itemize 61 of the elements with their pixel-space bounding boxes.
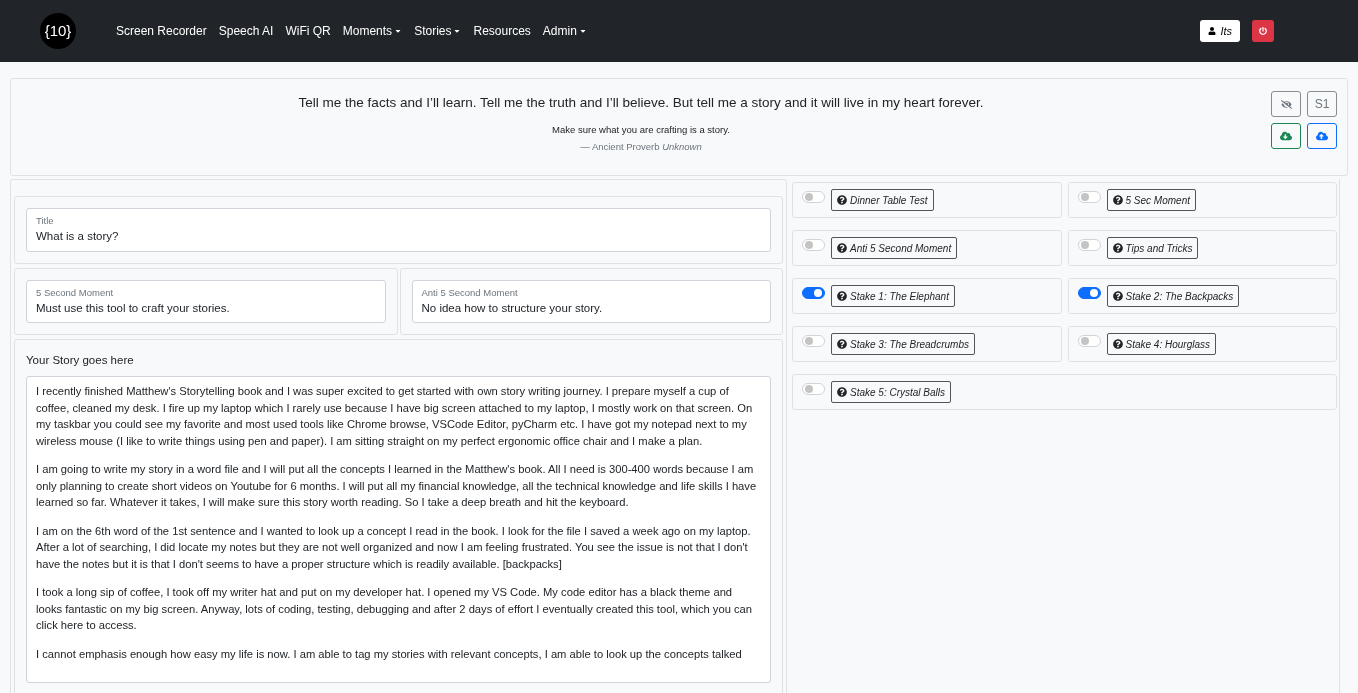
caret-icon xyxy=(578,27,587,35)
field-value: No idea how to structure your story. xyxy=(421,300,604,316)
field-label: Title xyxy=(36,214,55,228)
question-icon xyxy=(1112,339,1123,349)
eye-slash-icon xyxy=(1280,98,1292,110)
story-paragraph: I took a long sip of coffee, I took off my writer hat and put on my developer hat. I opened my VS Code. My code editor has a black theme and looks fantastic on my big screen. Anyway, lots of coding, testing, debugging and after 2 days of effort I eventually created this tool, which you can click here to access. xyxy=(36,585,753,634)
info-button[interactable]: Stake 3: The Breadcrumbs xyxy=(831,333,975,355)
question-icon xyxy=(1112,195,1123,205)
caret-icon xyxy=(394,27,403,35)
question-icon xyxy=(837,387,847,397)
power-icon xyxy=(1259,27,1267,35)
upload-button[interactable] xyxy=(1307,123,1337,149)
power-button[interactable] xyxy=(1252,20,1274,42)
download-button[interactable] xyxy=(1271,123,1301,149)
stage-button[interactable]: S1 xyxy=(1307,91,1337,117)
user-icon xyxy=(1208,27,1217,35)
user-button[interactable]: Its xyxy=(1200,20,1240,42)
info-button[interactable]: Tips and Tricks xyxy=(1106,237,1199,259)
nav-link[interactable]: Stories xyxy=(414,22,462,40)
question-icon xyxy=(1112,243,1123,253)
field-label: Anti 5 Second Moment xyxy=(421,285,519,300)
info-button[interactable]: Stake 5: Crystal Balls xyxy=(831,381,952,403)
nav-link[interactable]: Screen Recorder xyxy=(116,22,207,40)
toggle-switch[interactable] xyxy=(802,287,825,299)
story-field[interactable] xyxy=(26,376,771,684)
hide-button[interactable] xyxy=(1271,91,1301,117)
cloud-download-icon xyxy=(1280,130,1292,142)
nav-link[interactable]: Resources xyxy=(473,22,531,40)
title-field[interactable]: Title What is a story? xyxy=(26,208,771,252)
question-icon xyxy=(837,243,847,253)
quote-source: — Ancient Proverb Unknown xyxy=(580,139,702,154)
story-paragraph: I recently finished Matthew's Storytelling book and I was super excited to get started with own story writing journey. I prepare myself a cup of coffee, cleaned my desk. I fire up my laptop which I rarely use because I have big screen attached to my laptop, I mostly work on that screen. On my taskbar you could see my favorite and most used tools like Chrome browse, VSCode Editor, pyCharm etc. I have got my notepad next to my wireless mouse (I like to write things using pen and paper). I am sitting straight on my perfect ergonomic office chair and I make a plan. xyxy=(36,384,754,449)
moment-field[interactable]: 5 Second Moment Must use this tool to craft your stories. xyxy=(26,279,386,323)
question-icon xyxy=(837,291,847,301)
story-paragraph: I cannot emphasis enough how easy my life is now. I am able to tag my stories with relevant concepts, I am able to look up the concepts talked xyxy=(36,646,743,662)
question-icon xyxy=(837,339,847,349)
question-icon xyxy=(837,195,847,205)
moment-field[interactable]: Anti 5 Second Moment No idea how to structure your story. xyxy=(411,279,771,323)
logo[interactable]: {10} xyxy=(40,13,76,49)
info-button[interactable]: Anti 5 Second Moment xyxy=(831,237,958,259)
info-button[interactable]: Stake 4: Hourglass xyxy=(1106,333,1216,355)
story-paragraph: I am going to write my story in a word file and I will put all the concepts I learned in the Matthew's book. All I need is 300-400 words because I am only planning to create short videos on Youtube for 6 months. I will put all my financial knowledge, all the technical knowledge and life skills I have learned so far. Whatever it takes, I will make sure this story worth reading. So I take a deep breath and hit the keyboard. xyxy=(36,462,758,511)
nav-link[interactable]: Speech AI xyxy=(218,22,274,40)
nav-link[interactable]: Moments xyxy=(342,22,403,40)
info-button[interactable]: Stake 1: The Elephant xyxy=(831,285,955,307)
quote-text: Tell me the facts and I’ll learn. Tell me the truth and I’ll believe. But tell me a story and it will live in my heart forever. xyxy=(298,94,984,112)
quote-note: Make sure what you are crafting is a story. xyxy=(552,123,730,138)
info-button[interactable]: Dinner Table Test xyxy=(831,189,934,211)
info-button[interactable]: 5 Sec Moment xyxy=(1106,189,1196,211)
nav-link[interactable]: Admin xyxy=(542,22,587,40)
toggle-switch[interactable] xyxy=(1077,287,1101,299)
question-icon xyxy=(1112,291,1123,301)
field-value: What is a story? xyxy=(36,229,120,245)
story-paragraph: I am on the 6th word of the 1st sentence and I wanted to look up a concept I read in the book. I look for the file I saved a week ago on my laptop. After a lot of searching, I did locate my notes but they are not well organized and now I am feeling frustrated. You see the issue is not that I don't have the notes but it is that I don't seems to have a proper structure which is readily available. [backpacks] xyxy=(36,523,752,572)
story-label: Your Story goes here xyxy=(26,353,135,368)
nav-link[interactable]: WiFi QR xyxy=(285,22,331,40)
field-label: 5 Second Moment xyxy=(36,285,115,300)
cloud-upload-icon xyxy=(1316,130,1328,142)
field-value: Must use this tool to craft your stories. xyxy=(36,300,231,316)
caret-icon xyxy=(453,27,462,35)
info-button[interactable]: Stake 2: The Backpacks xyxy=(1106,285,1240,307)
